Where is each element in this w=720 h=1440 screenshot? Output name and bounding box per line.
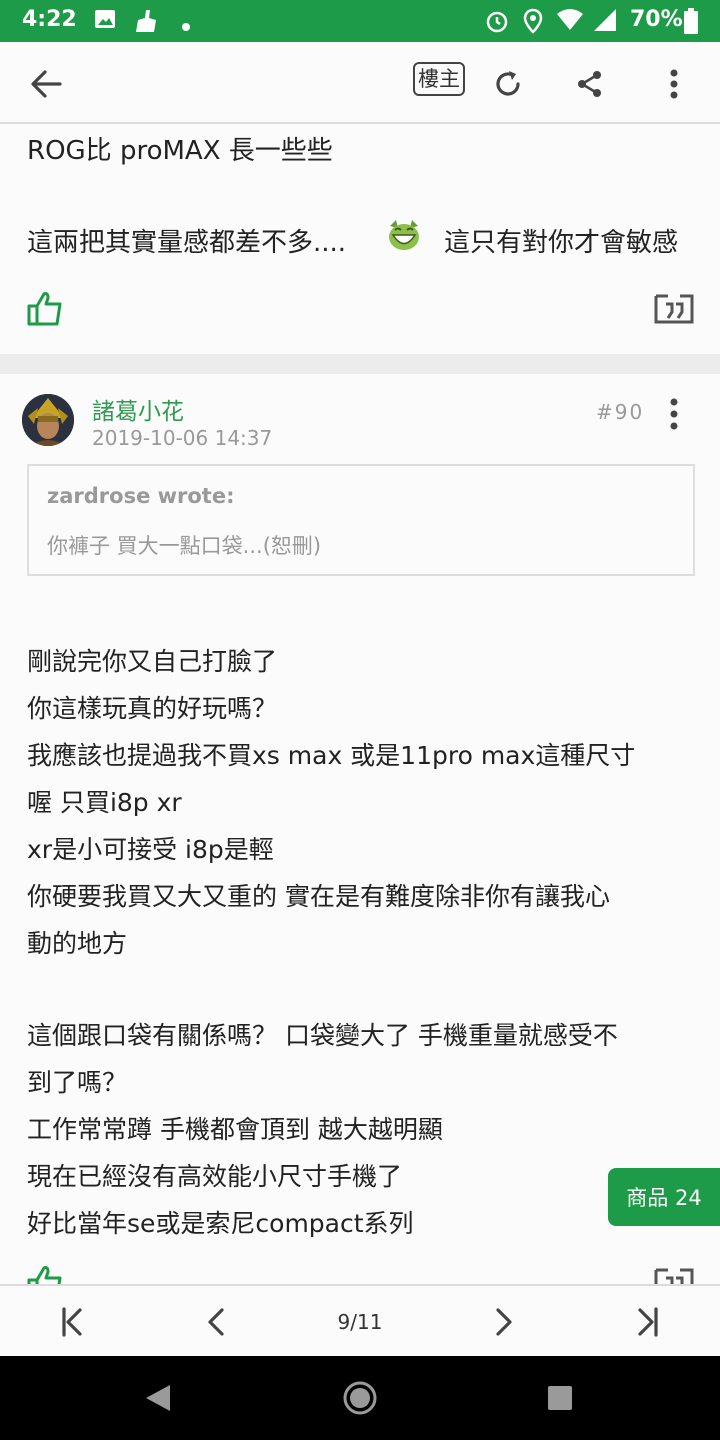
last-page-icon	[638, 1307, 658, 1337]
post-text-line: 工作常常蹲 手機都會頂到 越大越明顯	[27, 1115, 443, 1144]
like-button[interactable]	[26, 290, 66, 330]
thread-content[interactable]: ROG比 proMAX 長一些些 這兩把其實量感都差不多.... 這只有對你才會…	[0, 126, 720, 1284]
wifi-icon	[556, 8, 584, 36]
refresh-icon	[496, 71, 520, 96]
post-more-button[interactable]	[664, 396, 684, 432]
like-button[interactable]	[26, 1264, 66, 1284]
post-text-line: 到了嗎？	[27, 1068, 128, 1097]
more-vertical-icon	[670, 69, 678, 99]
alarm-icon	[484, 8, 510, 38]
more-vertical-icon	[670, 398, 678, 430]
post-date: 2019-10-06 14:37	[92, 426, 273, 450]
more-button[interactable]	[654, 62, 694, 106]
post-text-line: 好比當年se或是索尼compact系列	[27, 1209, 414, 1238]
quote-icon	[654, 294, 694, 324]
quote-reply-button[interactable]	[654, 1264, 694, 1284]
quote-icon	[654, 1268, 694, 1284]
post-text-line: 動的地方	[27, 929, 128, 958]
first-page-button[interactable]	[50, 1300, 94, 1344]
quoted-block: zardrose wrote: 你褲子 買大一點口袋...(恕刪)	[27, 464, 695, 576]
post-divider	[0, 354, 720, 374]
post-text-line: 現在已經沒有高效能小尺寸手機了	[27, 1162, 403, 1191]
post-card: 諸葛小花 2019-10-06 14:37 #90 zardrose wrote…	[0, 374, 720, 1284]
post-text-line: 這兩把其實量感都差不多....	[27, 228, 347, 258]
chevron-left-icon	[208, 1308, 224, 1336]
dot-icon	[182, 16, 190, 35]
first-page-icon	[62, 1307, 82, 1337]
top-toolbar: 樓主	[0, 42, 720, 124]
nav-back-button[interactable]	[138, 1378, 178, 1418]
post-text-line: 你硬要我買又大又重的 實在是有難度除非你有讓我心	[27, 882, 610, 911]
page-indicator[interactable]: 9/11	[320, 1310, 400, 1334]
battery-percent: 70%	[630, 7, 683, 32]
status-time: 4:22	[22, 7, 77, 32]
signal-icon	[592, 8, 618, 36]
previous-page-button[interactable]	[194, 1300, 238, 1344]
author-name[interactable]: 諸葛小花	[92, 392, 184, 426]
back-button[interactable]	[24, 62, 68, 106]
quote-text: 你褲子 買大一點口袋...(恕刪)	[47, 534, 322, 558]
laughing-emoji-icon	[386, 218, 422, 256]
system-nav-bar	[0, 1356, 720, 1440]
chevron-right-icon	[496, 1308, 512, 1336]
post-text-line: 這只有對你才會敏感	[444, 228, 679, 258]
thumbs-up-icon	[27, 1266, 62, 1284]
photo-icon	[94, 8, 116, 34]
back-arrow-icon	[31, 70, 62, 98]
thumbs-up-icon	[27, 292, 62, 326]
post-text-line: 剛說完你又自己打臉了	[27, 647, 278, 676]
nav-back-icon	[146, 1385, 170, 1411]
location-icon	[522, 8, 544, 38]
previous-post: ROG比 proMAX 長一些些 這兩把其實量感都差不多.... 這只有對你才會…	[0, 126, 720, 354]
share-icon	[578, 71, 601, 97]
avatar[interactable]	[22, 394, 74, 446]
post-text-line: xr是小可接受 i8p是輕	[27, 835, 274, 864]
floor-number: #90	[596, 400, 645, 424]
pagination-bar: 9/11	[0, 1284, 720, 1356]
products-button[interactable]: 商品 24	[608, 1168, 720, 1226]
next-page-button[interactable]	[482, 1300, 526, 1344]
post-text-line: 你這樣玩真的好玩嗎？	[27, 694, 278, 723]
nav-recents-icon	[548, 1386, 572, 1410]
nav-recents-button[interactable]	[540, 1378, 580, 1418]
author-only-button[interactable]: 樓主	[413, 62, 465, 96]
post-text-line: 這個跟口袋有關係嗎？ 口袋變大了 手機重量就感受不	[27, 1021, 618, 1050]
post-text-line: ROG比 proMAX 長一些些	[27, 136, 333, 166]
refresh-button[interactable]	[486, 62, 530, 106]
post-text-line: 我應該也提過我不買xs max 或是11pro max這種尺寸	[27, 741, 636, 770]
quote-author: zardrose wrote:	[47, 484, 235, 508]
last-page-button[interactable]	[626, 1300, 670, 1344]
quote-reply-button[interactable]	[654, 290, 694, 330]
share-button[interactable]	[568, 62, 612, 106]
status-bar: 4:22 70%	[0, 0, 720, 42]
battery-icon	[684, 8, 698, 38]
cleaner-icon	[132, 8, 160, 38]
post-text-line: 喔 只買i8p xr	[27, 788, 182, 817]
nav-home-icon	[343, 1381, 377, 1415]
nav-home-button[interactable]	[340, 1378, 380, 1418]
